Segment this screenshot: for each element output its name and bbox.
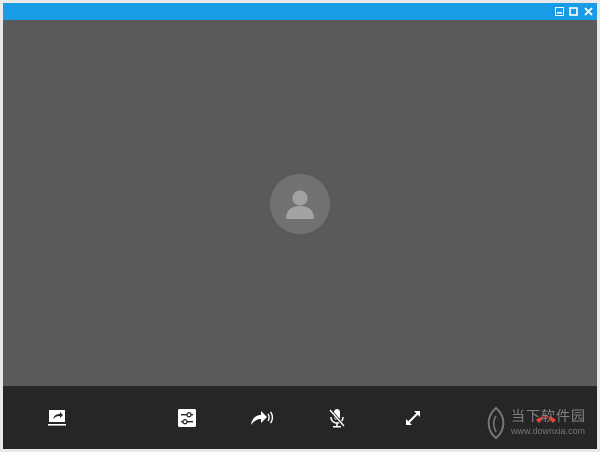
mute-microphone-icon	[328, 409, 346, 428]
share-screen-icon	[48, 410, 66, 426]
fullscreen-icon	[406, 411, 420, 425]
close-button[interactable]	[583, 6, 594, 17]
forward-call-button[interactable]	[248, 404, 276, 432]
mute-microphone-button[interactable]	[323, 404, 351, 432]
fullscreen-button[interactable]	[399, 404, 427, 432]
share-screen-button[interactable]	[43, 404, 71, 432]
hang-up-button[interactable]	[535, 411, 557, 423]
avatar	[270, 174, 330, 234]
watermark-logo-icon	[487, 406, 505, 440]
video-area	[3, 20, 597, 386]
call-window: 当下软件园 www.downxia.com	[3, 3, 597, 449]
title-bar[interactable]	[3, 3, 597, 20]
settings-button[interactable]	[173, 404, 201, 432]
maximize-icon	[569, 7, 578, 16]
minimize-icon	[555, 7, 564, 16]
forward-call-icon	[251, 411, 274, 425]
call-controls-bar: 当下软件园 www.downxia.com	[3, 386, 597, 449]
user-avatar-icon	[286, 190, 314, 219]
settings-sliders-icon	[178, 409, 196, 427]
watermark-url: www.downxia.com	[511, 426, 586, 436]
maximize-button[interactable]	[568, 6, 579, 17]
hang-up-icon	[536, 416, 556, 423]
minimize-button[interactable]	[554, 6, 565, 17]
close-icon	[584, 7, 593, 16]
